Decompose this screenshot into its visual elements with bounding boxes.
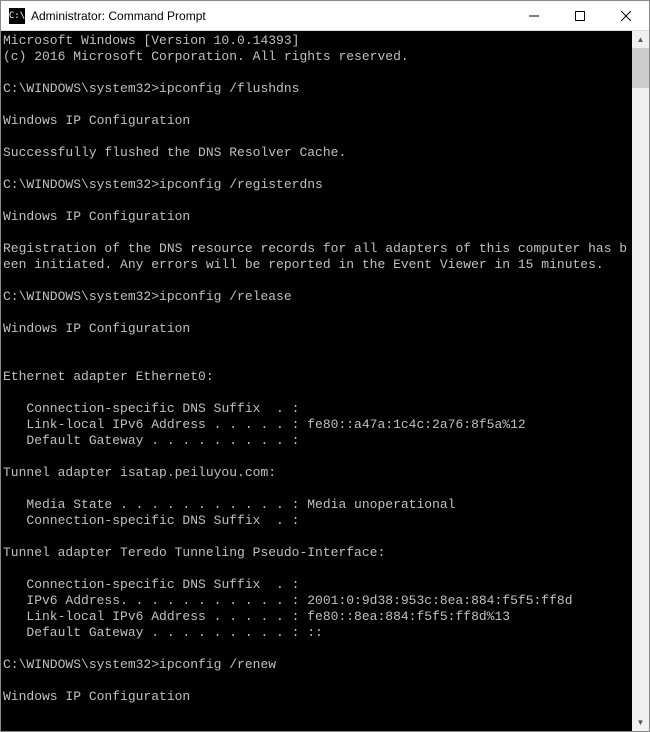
close-button[interactable] — [603, 1, 649, 30]
terminal-output[interactable]: Microsoft Windows [Version 10.0.14393] (… — [1, 31, 632, 731]
scroll-thumb[interactable] — [632, 48, 649, 88]
console-area: Microsoft Windows [Version 10.0.14393] (… — [1, 31, 649, 731]
maximize-button[interactable] — [557, 1, 603, 30]
cmd-icon: C:\ — [9, 8, 25, 24]
close-icon — [621, 11, 631, 21]
scroll-up-arrow[interactable]: ▲ — [632, 31, 649, 48]
maximize-icon — [575, 11, 585, 21]
minimize-icon — [529, 11, 539, 21]
minimize-button[interactable] — [511, 1, 557, 30]
window-title: Administrator: Command Prompt — [31, 9, 511, 23]
vertical-scrollbar[interactable]: ▲ ▼ — [632, 31, 649, 731]
titlebar: C:\ Administrator: Command Prompt — [1, 1, 649, 31]
window-controls — [511, 1, 649, 30]
scroll-down-arrow[interactable]: ▼ — [632, 714, 649, 731]
